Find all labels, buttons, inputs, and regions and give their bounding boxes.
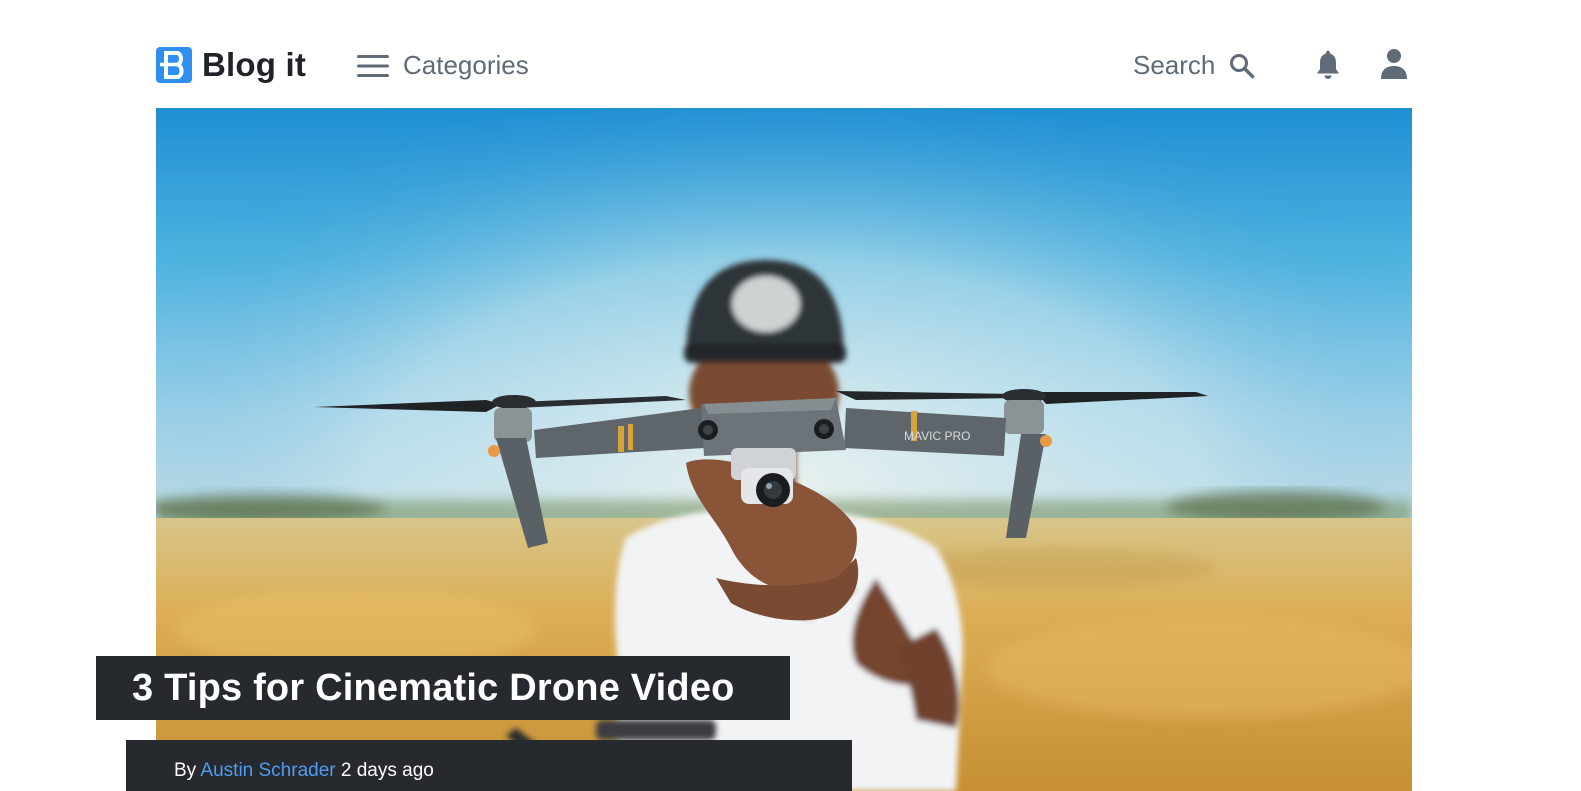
author-link[interactable]: Austin Schrader <box>200 760 335 781</box>
search-button[interactable]: Search <box>1133 50 1255 81</box>
page: Blog it Categories Search MAVIC PRO 3 Ti… <box>0 0 1581 791</box>
post-meta-card: By Austin Schrader 2 days ago <box>126 740 852 791</box>
post-title[interactable]: 3 Tips for Cinematic Drone Video <box>132 667 735 710</box>
user-icon[interactable] <box>1380 48 1408 80</box>
search-label: Search <box>1133 50 1216 80</box>
post-title-card[interactable]: 3 Tips for Cinematic Drone Video <box>96 656 790 720</box>
search-icon <box>1230 53 1255 78</box>
logo-b-icon <box>156 47 192 83</box>
by-label: By <box>174 760 197 781</box>
post-date: 2 days ago <box>340 760 434 781</box>
site-header: Blog it Categories Search <box>156 36 1412 92</box>
logo-text: Blog it <box>202 46 307 83</box>
hamburger-icon <box>357 54 389 77</box>
drone-marking: MAVIC PRO <box>904 429 970 443</box>
categories-label: Categories <box>403 50 529 80</box>
logo-link[interactable]: Blog it <box>156 46 306 84</box>
bell-icon[interactable] <box>1314 50 1342 80</box>
categories-menu-button[interactable]: Categories <box>357 50 529 81</box>
